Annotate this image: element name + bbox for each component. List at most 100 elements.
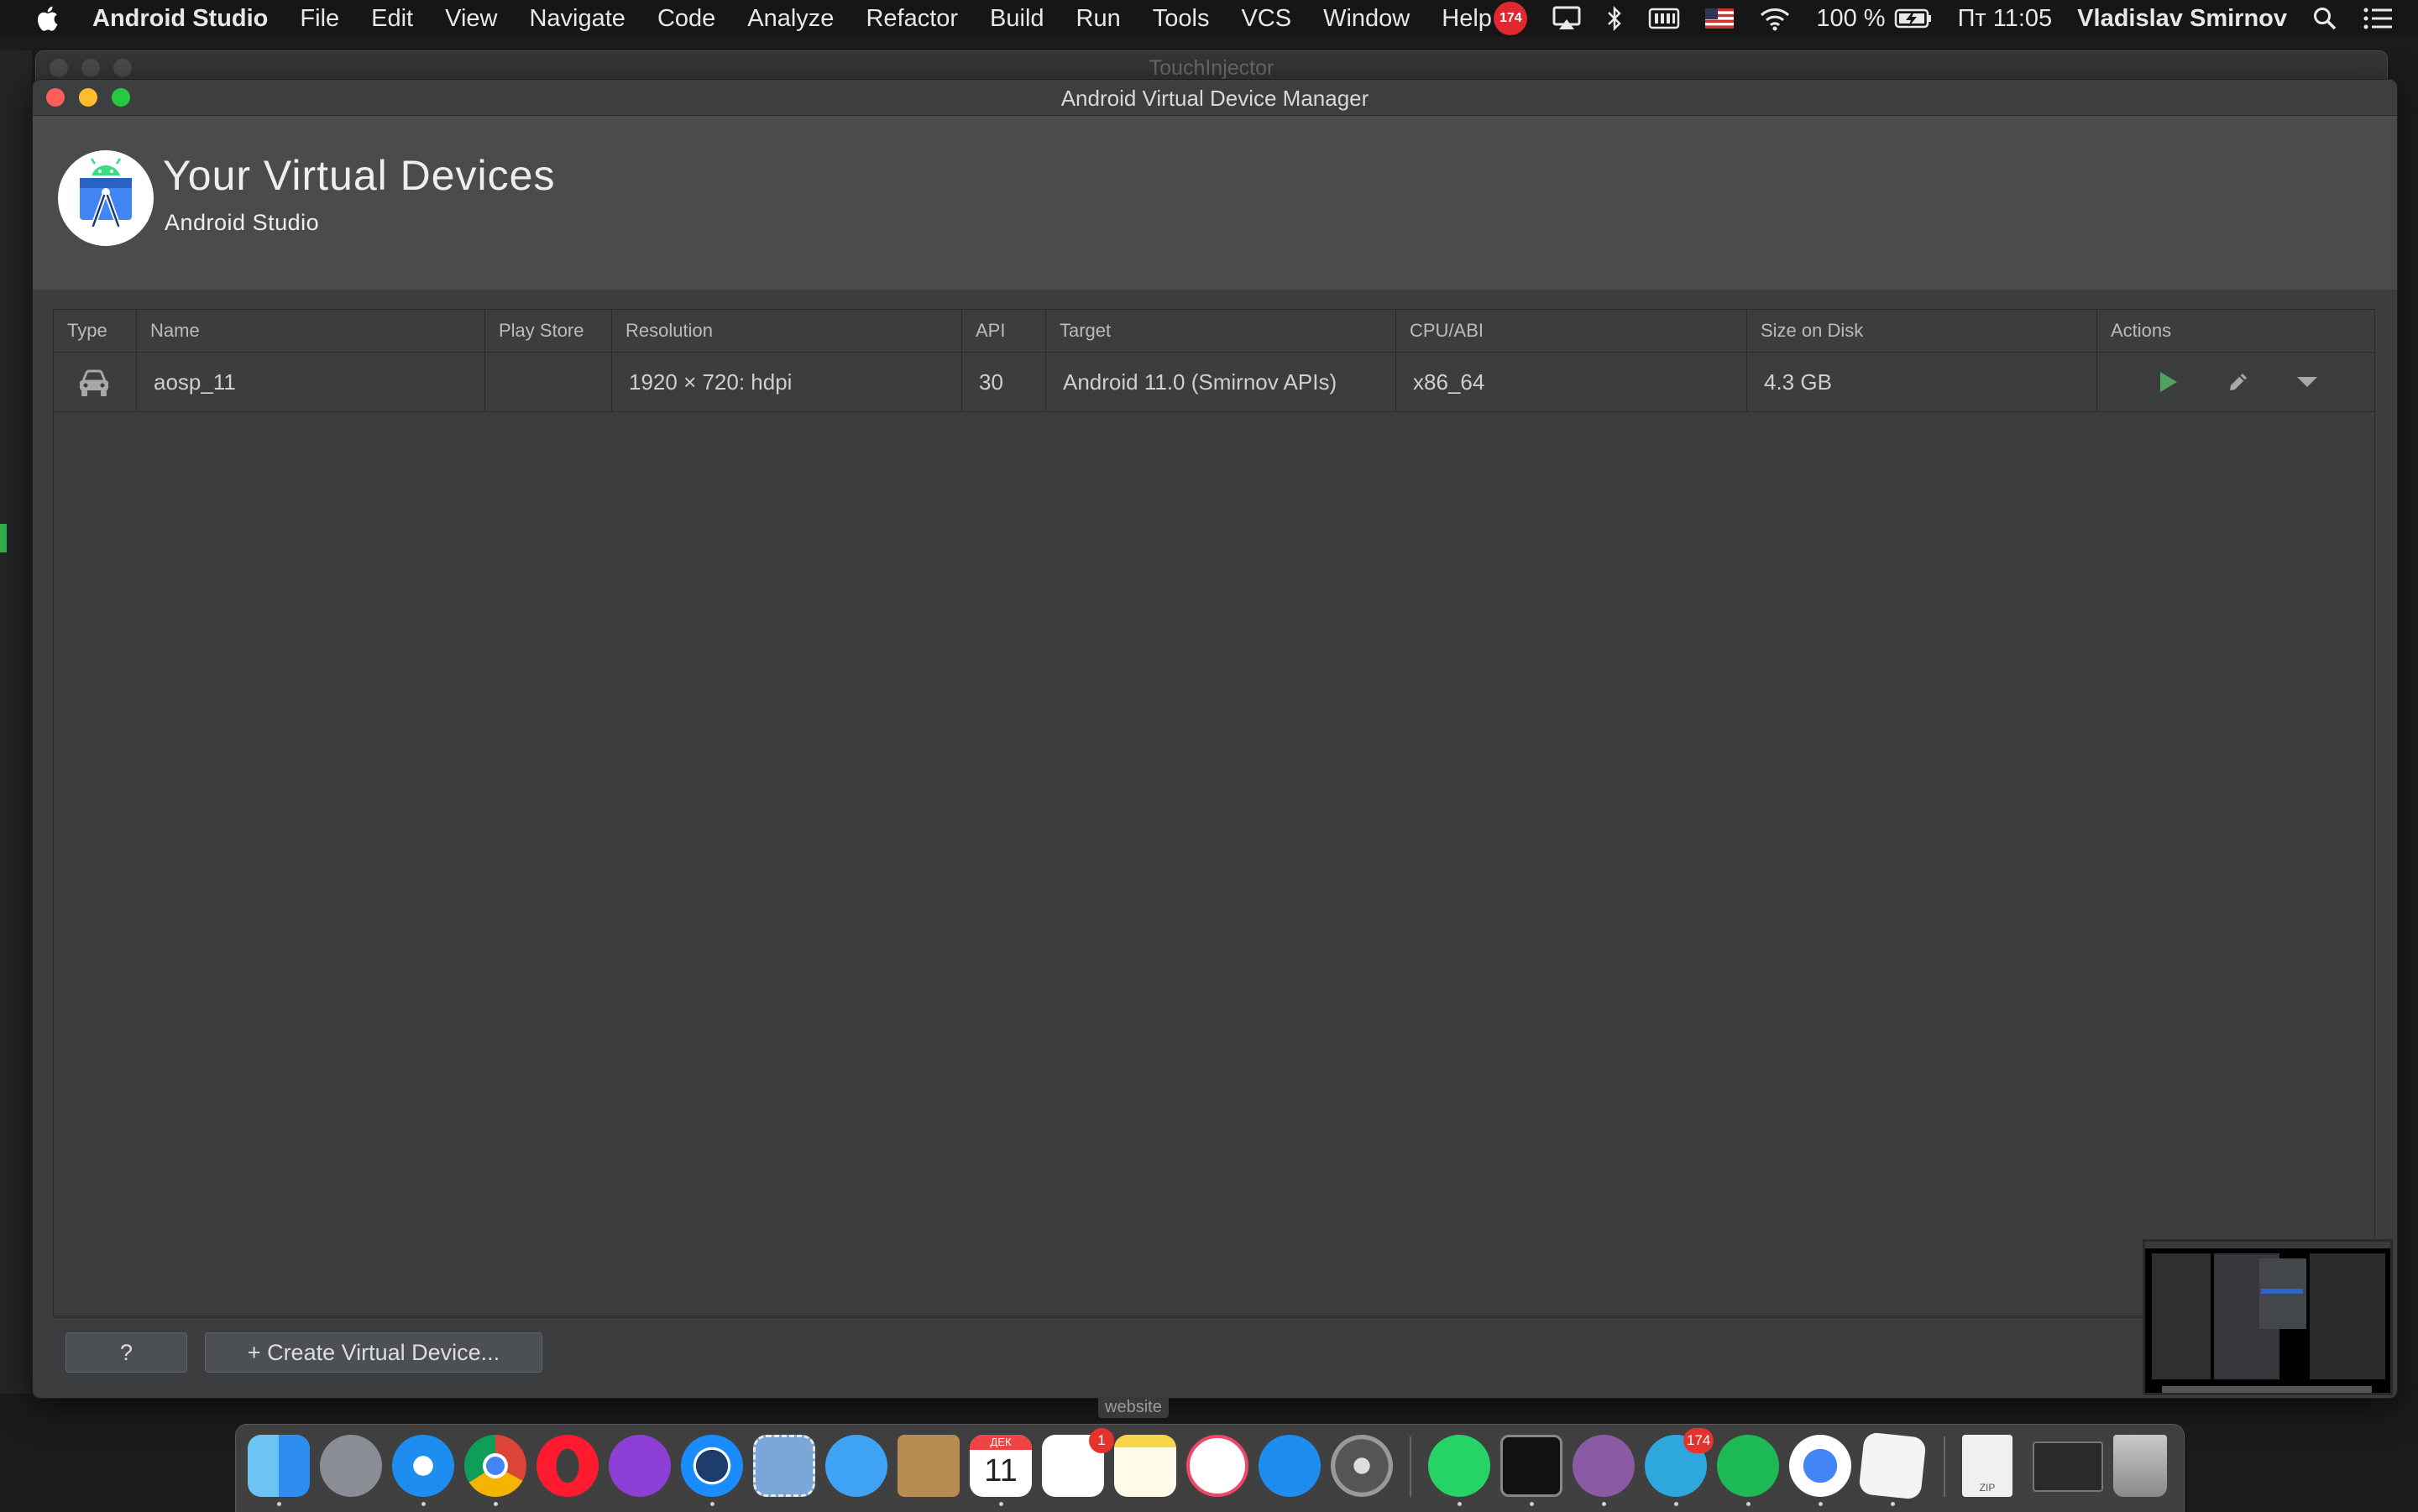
github-icon[interactable]	[1573, 1435, 1635, 1497]
calendar-icon[interactable]: ДЕК 11	[970, 1435, 1032, 1497]
menu-build[interactable]: Build	[990, 5, 1044, 33]
chrome-icon[interactable]	[464, 1435, 526, 1497]
column-header-size-on-disk[interactable]: Size on Disk	[1747, 310, 2097, 352]
clock[interactable]: Пт 11:05	[1958, 5, 2053, 33]
android-studio-logo-icon	[58, 150, 154, 246]
menu-code[interactable]: Code	[657, 5, 715, 33]
trash-icon[interactable]	[2113, 1435, 2167, 1497]
menu-refactor[interactable]: Refactor	[866, 5, 958, 33]
help-button[interactable]: ?	[65, 1332, 187, 1373]
menu-tools[interactable]: Tools	[1153, 5, 1210, 33]
textedit-icon[interactable]	[1858, 1431, 1927, 1500]
page-title: Your Virtual Devices	[163, 152, 556, 199]
memory-status-icon[interactable]	[1648, 7, 1680, 30]
running-indicator	[710, 1502, 714, 1506]
table-row[interactable]: aosp_11 1920 × 720: hdpi 30 Android 11.0…	[54, 353, 2374, 412]
wifi-icon[interactable]	[1759, 6, 1791, 31]
running-indicator	[1530, 1502, 1534, 1506]
column-header-target[interactable]: Target	[1046, 310, 1396, 352]
column-header-play-store[interactable]: Play Store	[485, 310, 612, 352]
car-icon	[80, 369, 108, 397]
menu-run[interactable]: Run	[1076, 5, 1121, 33]
dock: ДЕК 11 1 174 ZIP	[235, 1424, 2185, 1512]
us-flag-input-icon[interactable]	[1705, 8, 1735, 29]
screenshot-file-icon[interactable]	[2033, 1441, 2103, 1492]
android-studio-dock-icon[interactable]	[1789, 1435, 1851, 1497]
menu-analyze[interactable]: Analyze	[747, 5, 834, 33]
dock-tooltip: website	[1098, 1396, 1169, 1418]
airplay-icon[interactable]	[1552, 6, 1581, 31]
running-indicator	[1458, 1502, 1462, 1506]
contacts-icon[interactable]	[898, 1435, 960, 1497]
1password-icon[interactable]	[681, 1435, 743, 1497]
notification-status-icon[interactable]: 174	[1494, 2, 1528, 35]
target-cell: Android 11.0 (Smirnov APIs)	[1046, 353, 1396, 411]
column-header-cpu-abi[interactable]: CPU/ABI	[1396, 310, 1747, 352]
spotlight-search-icon[interactable]	[2312, 6, 2337, 31]
thumb-highlight	[2261, 1289, 2303, 1294]
dialog-header: Your Virtual Devices Android Studio	[33, 116, 2397, 290]
system-preferences-gear-icon[interactable]	[1331, 1435, 1393, 1497]
notification-center-icon[interactable]	[2363, 7, 2393, 30]
running-indicator	[1602, 1502, 1606, 1506]
telegram-badge: 174	[1683, 1428, 1714, 1453]
battery-charging-icon[interactable]	[1894, 8, 1933, 29]
music-icon[interactable]	[1186, 1435, 1248, 1497]
bluetooth-icon[interactable]	[1606, 5, 1623, 32]
actions-cell	[2097, 353, 2374, 411]
menu-view[interactable]: View	[445, 5, 497, 33]
launch-play-icon[interactable]	[2154, 369, 2181, 395]
running-indicator	[277, 1502, 281, 1506]
menu-file[interactable]: File	[300, 5, 339, 33]
column-header-api[interactable]: API	[962, 310, 1046, 352]
screenshot-thumbnail-preview[interactable]	[2143, 1239, 2393, 1395]
calendar-day: 11	[984, 1453, 1018, 1488]
thumb-titlebar	[2145, 1242, 2390, 1248]
more-actions-chevron-down-icon[interactable]	[2294, 369, 2321, 395]
column-header-resolution[interactable]: Resolution	[612, 310, 962, 352]
apple-logo-icon[interactable]	[34, 3, 64, 34]
launchpad-icon[interactable]	[320, 1435, 382, 1497]
podcasts-icon[interactable]	[609, 1435, 671, 1497]
zip-label: ZIP	[1979, 1482, 1996, 1494]
mail-stamp-icon[interactable]	[753, 1435, 815, 1497]
dock-separator	[1944, 1436, 1945, 1497]
column-header-type[interactable]: Type	[54, 310, 137, 352]
terminal-icon[interactable]	[1500, 1435, 1562, 1497]
app-menu-name[interactable]: Android Studio	[92, 5, 268, 33]
devices-table: Type Name Play Store Resolution API Targ…	[53, 309, 2375, 1316]
column-header-name[interactable]: Name	[137, 310, 485, 352]
page-subtitle: Android Studio	[165, 210, 320, 235]
menu-window[interactable]: Window	[1323, 5, 1410, 33]
zip-file-icon[interactable]: ZIP	[1962, 1435, 2012, 1497]
menubar-status-area: 174 100 % Пт 11:05 Vladislav Smirnov	[1468, 0, 2393, 37]
battery-percent[interactable]: 100 %	[1816, 5, 1885, 33]
messages-icon[interactable]	[825, 1435, 887, 1497]
notes-icon[interactable]	[1114, 1435, 1176, 1497]
type-cell	[54, 353, 137, 411]
menu-edit[interactable]: Edit	[371, 5, 413, 33]
calendar-month: ДЕК	[970, 1435, 1032, 1450]
edit-pencil-icon[interactable]	[2225, 369, 2252, 395]
running-indicator	[1746, 1502, 1751, 1506]
dock-separator	[1410, 1436, 1411, 1497]
chrome-center	[483, 1453, 508, 1478]
running-indicator	[1891, 1502, 1895, 1506]
thumb-left-pane	[2152, 1253, 2211, 1379]
spotify-icon[interactable]	[1717, 1435, 1779, 1497]
opera-icon[interactable]	[536, 1435, 599, 1497]
create-virtual-device-button[interactable]: + Create Virtual Device...	[205, 1332, 542, 1373]
size-on-disk-cell: 4.3 GB	[1747, 353, 2097, 411]
user-name[interactable]: Vladislav Smirnov	[2077, 5, 2287, 33]
window-titlebar[interactable]: Android Virtual Device Manager	[33, 80, 2397, 116]
reminders-badge: 1	[1089, 1428, 1114, 1453]
background-window-title: TouchInjector	[1149, 56, 1274, 80]
menu-vcs[interactable]: VCS	[1241, 5, 1291, 33]
menu-navigate[interactable]: Navigate	[529, 5, 625, 33]
finder-icon[interactable]	[248, 1435, 310, 1497]
whatsapp-icon[interactable]	[1428, 1435, 1490, 1497]
thumb-dock	[2162, 1386, 2372, 1393]
app-store-icon[interactable]	[1259, 1435, 1321, 1497]
safari-icon[interactable]	[392, 1435, 454, 1497]
resolution-cell: 1920 × 720: hdpi	[612, 353, 962, 411]
